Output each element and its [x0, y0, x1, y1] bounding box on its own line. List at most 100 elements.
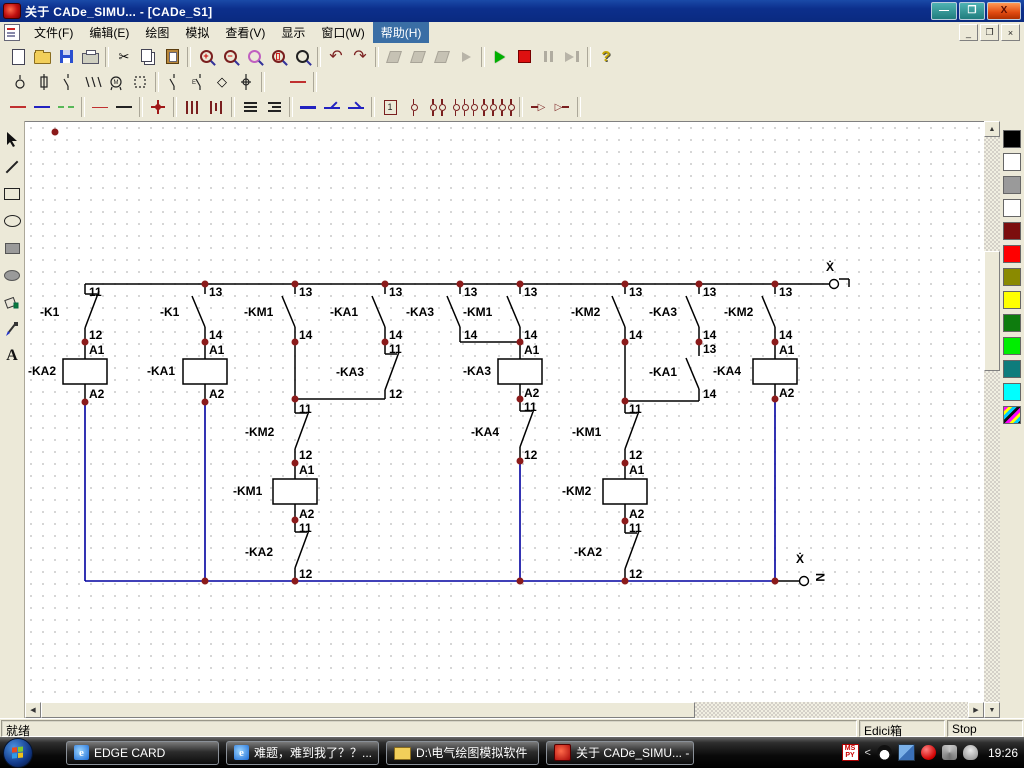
- contact-button[interactable]: [162, 71, 186, 93]
- three-phase-lines-button[interactable]: [180, 96, 204, 118]
- circuit-label[interactable]: -KA3: [336, 365, 364, 379]
- red-wire-button[interactable]: [6, 96, 30, 118]
- circuit-label[interactable]: A1: [779, 343, 795, 357]
- save-button[interactable]: [54, 46, 78, 68]
- color-swatch-2[interactable]: [1003, 176, 1021, 194]
- menu-draw[interactable]: 绘图: [137, 22, 177, 43]
- circuit-label[interactable]: 14: [209, 328, 223, 342]
- taskbar-item-webpage[interactable]: e 难题，难到我了？？...: [226, 741, 379, 765]
- circuit-label[interactable]: -KM2: [245, 425, 275, 439]
- horizontal-scrollbar[interactable]: ◀ ▶: [25, 702, 984, 718]
- rotate-left-button[interactable]: [382, 46, 406, 68]
- circuit-label[interactable]: -KA4: [471, 425, 499, 439]
- menu-edit[interactable]: 编辑(E): [81, 22, 137, 43]
- circuit-label[interactable]: 11: [299, 402, 312, 416]
- black-wire-button[interactable]: [112, 96, 136, 118]
- circuit-label[interactable]: 13: [209, 285, 223, 299]
- circuit-label[interactable]: -KA1: [649, 365, 677, 379]
- circuit-label[interactable]: Ẋ: [796, 551, 804, 566]
- input-method-icon[interactable]: MSPY: [842, 744, 859, 761]
- circuit-label[interactable]: -KM1: [572, 425, 602, 439]
- mdi-close-button[interactable]: ×: [1001, 24, 1020, 41]
- circuit-label[interactable]: N: [813, 573, 827, 582]
- dropper-tool[interactable]: [2, 320, 22, 338]
- taskbar-item-folder[interactable]: D:\电气绘图模拟软件: [386, 741, 539, 765]
- color-swatch-11[interactable]: [1003, 383, 1021, 401]
- ladder-circuit-drawing[interactable]: 11-K112A1-KA2A213-K114A1-KA1A213-KM11411…: [25, 122, 984, 702]
- tray-chevron-icon[interactable]: <: [865, 747, 871, 759]
- menu-simulate[interactable]: 模拟: [177, 22, 217, 43]
- color-swatch-0[interactable]: [1003, 130, 1021, 148]
- circuit-label[interactable]: 13: [464, 285, 478, 299]
- wire-tool-button[interactable]: [286, 71, 310, 93]
- alert-icon[interactable]: [921, 745, 936, 760]
- cut-button[interactable]: ✂: [112, 46, 136, 68]
- mouse-settings-icon[interactable]: [963, 745, 978, 760]
- new-file-button[interactable]: [6, 46, 30, 68]
- color-swatch-7[interactable]: [1003, 291, 1021, 309]
- color-swatch-8[interactable]: [1003, 314, 1021, 332]
- start-button[interactable]: [3, 738, 33, 768]
- three-pole-button[interactable]: [450, 96, 480, 118]
- connector-in-button[interactable]: ▷: [526, 96, 550, 118]
- circuit-label[interactable]: A1: [629, 463, 645, 477]
- horizontal-scroll-thumb[interactable]: [41, 702, 695, 718]
- circuit-label[interactable]: -K1: [160, 305, 180, 319]
- circuit-label[interactable]: 12: [629, 567, 643, 581]
- circuit-label[interactable]: A2: [629, 507, 645, 521]
- scroll-left-button[interactable]: ◀: [25, 702, 41, 718]
- color-swatch-12[interactable]: [1003, 406, 1021, 424]
- circuit-label[interactable]: 12: [299, 567, 313, 581]
- document-icon[interactable]: [4, 24, 20, 41]
- simulate-play-button[interactable]: [488, 46, 512, 68]
- cable-mark-button[interactable]: [320, 96, 344, 118]
- circuit-label[interactable]: 14: [703, 328, 717, 342]
- circuit-label[interactable]: 13: [299, 285, 313, 299]
- color-swatch-3[interactable]: [1003, 199, 1021, 217]
- zoom-out-button[interactable]: −: [218, 46, 242, 68]
- circuit-label[interactable]: A1: [209, 343, 225, 357]
- taskbar-item-edge-card[interactable]: e EDGE CARD: [66, 741, 219, 765]
- circuit-label[interactable]: 14: [524, 328, 538, 342]
- circuit-label[interactable]: -KA2: [28, 364, 56, 378]
- mdi-minimize-button[interactable]: _: [959, 24, 978, 41]
- circuit-label[interactable]: -KM1: [244, 305, 274, 319]
- circuit-label[interactable]: -KM2: [724, 305, 754, 319]
- thin-red-wire-button[interactable]: [88, 96, 112, 118]
- zoom-page-button[interactable]: ▯: [266, 46, 290, 68]
- circuit-label[interactable]: 12: [299, 448, 313, 462]
- circuit-label[interactable]: Ẋ: [826, 259, 834, 274]
- phase-neutral-lines-button[interactable]: [204, 96, 228, 118]
- circuit-label[interactable]: -KA4: [713, 364, 741, 378]
- select-tool[interactable]: [2, 131, 22, 149]
- circuit-label[interactable]: -K1: [40, 305, 60, 319]
- two-pole-button[interactable]: [426, 96, 450, 118]
- circuit-label[interactable]: 13: [389, 285, 403, 299]
- circuit-label[interactable]: -KA1: [330, 305, 358, 319]
- simulate-step-button[interactable]: [560, 46, 584, 68]
- motor-button[interactable]: M: [104, 71, 128, 93]
- zoom-window-button[interactable]: [242, 46, 266, 68]
- junction-nodes[interactable]: [52, 129, 779, 585]
- circuit-label[interactable]: 14: [703, 387, 717, 401]
- circuit-label[interactable]: 13: [629, 285, 643, 299]
- circuit-label[interactable]: -KA3: [649, 305, 677, 319]
- circuit-label[interactable]: 11: [629, 402, 642, 416]
- zoom-in-button[interactable]: +: [194, 46, 218, 68]
- circuit-label[interactable]: -KM1: [463, 305, 493, 319]
- menu-display[interactable]: 显示: [273, 22, 313, 43]
- scroll-down-button[interactable]: ▼: [984, 702, 1000, 718]
- dashed-wire-button[interactable]: [54, 96, 78, 118]
- blue-wire-button[interactable]: [30, 96, 54, 118]
- circuit-label[interactable]: -KA2: [245, 545, 273, 559]
- taskbar-clock[interactable]: 19:26: [988, 746, 1018, 760]
- filled-ellipse-tool[interactable]: [2, 266, 22, 284]
- color-swatch-1[interactable]: [1003, 153, 1021, 171]
- filled-rectangle-tool[interactable]: [2, 239, 22, 257]
- menu-view[interactable]: 查看(V): [217, 22, 273, 43]
- circuit-label[interactable]: -KA1: [147, 364, 175, 378]
- circuit-label[interactable]: 14: [299, 328, 313, 342]
- zoom-select-button[interactable]: [290, 46, 314, 68]
- circuit-label[interactable]: 12: [524, 448, 538, 462]
- circuit-label[interactable]: A2: [779, 386, 795, 400]
